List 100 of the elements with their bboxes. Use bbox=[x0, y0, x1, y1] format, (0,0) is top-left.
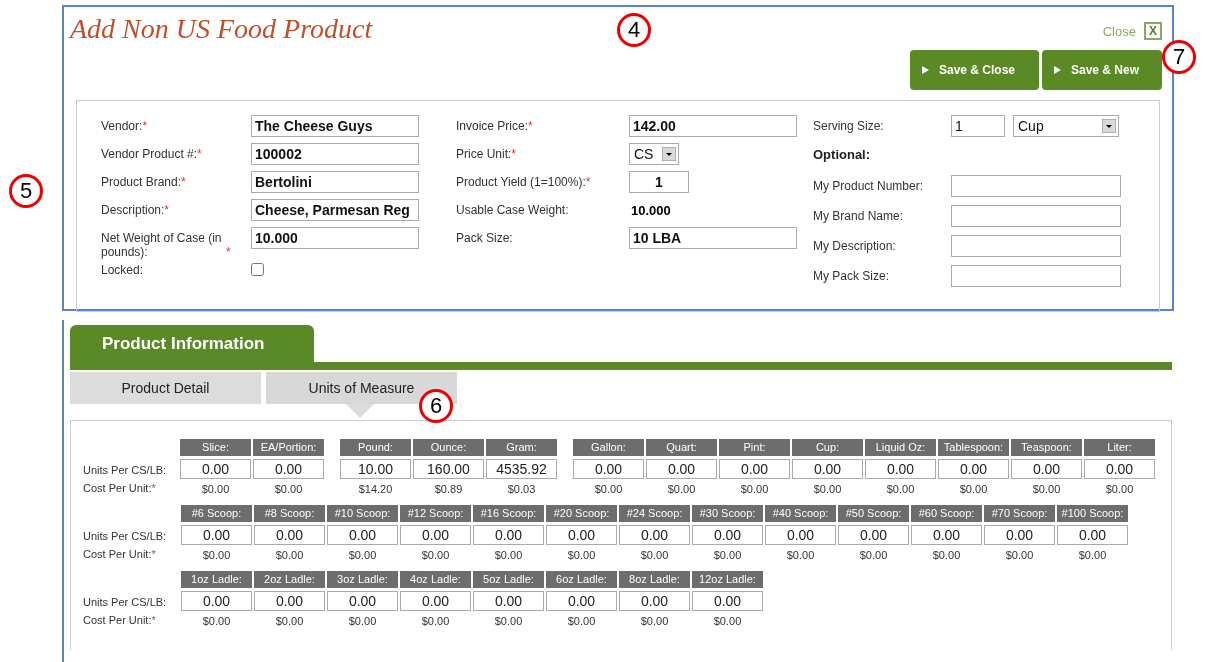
units-field[interactable]: 10.00 bbox=[340, 459, 411, 479]
unit-header: 12oz Ladle: bbox=[692, 571, 763, 588]
text-field[interactable]: 10.000 bbox=[251, 227, 419, 249]
units-field[interactable]: 0.00 bbox=[254, 525, 325, 545]
units-field[interactable]: 0.00 bbox=[400, 591, 471, 611]
units-field[interactable]: 0.00 bbox=[473, 591, 544, 611]
text-field[interactable]: The Cheese Guys bbox=[251, 115, 419, 137]
required-marker: * bbox=[142, 119, 148, 133]
field-label: My Pack Size: bbox=[813, 269, 890, 283]
unit-header: Quart: bbox=[646, 439, 717, 456]
required-marker: * bbox=[181, 175, 186, 189]
field-label: Net Weight of Case (in pounds): bbox=[101, 231, 223, 259]
unit-header: 1oz Ladle: bbox=[181, 571, 252, 588]
unit-header: #30 Scoop: bbox=[692, 505, 763, 522]
text-field[interactable]: 1 bbox=[629, 171, 689, 193]
text-field[interactable] bbox=[951, 265, 1121, 287]
units-field[interactable]: 0.00 bbox=[619, 591, 690, 611]
cost-value: $0.00 bbox=[640, 549, 669, 561]
units-field[interactable]: 0.00 bbox=[181, 525, 252, 545]
required-marker: * bbox=[511, 147, 517, 161]
required-marker: * bbox=[164, 203, 170, 217]
unit-header: 6oz Ladle: bbox=[546, 571, 617, 588]
units-field[interactable]: 0.00 bbox=[546, 591, 617, 611]
units-field[interactable]: 0.00 bbox=[254, 591, 325, 611]
units-field[interactable]: 0.00 bbox=[692, 591, 763, 611]
units-field[interactable]: 0.00 bbox=[253, 459, 324, 479]
text-field[interactable]: 10 LBA bbox=[629, 227, 797, 249]
text-field[interactable] bbox=[951, 205, 1121, 227]
text-field[interactable]: Bertolini bbox=[251, 171, 419, 193]
units-field[interactable]: 0.00 bbox=[473, 525, 544, 545]
text-field[interactable]: Cheese, Parmesan Reg bbox=[251, 199, 419, 221]
units-field[interactable]: 0.00 bbox=[573, 459, 644, 479]
field-label: Vendor Product #: bbox=[101, 147, 198, 161]
checkbox[interactable] bbox=[251, 263, 264, 276]
units-field[interactable]: 4535.92 bbox=[486, 459, 557, 479]
text-field[interactable] bbox=[951, 235, 1121, 257]
unit-header: #70 Scoop: bbox=[984, 505, 1055, 522]
units-field[interactable]: 0.00 bbox=[546, 525, 617, 545]
units-field[interactable]: 0.00 bbox=[938, 459, 1009, 479]
units-field[interactable]: 0.00 bbox=[619, 525, 690, 545]
tab[interactable]: Product Detail bbox=[70, 372, 261, 404]
units-field[interactable]: 0.00 bbox=[1084, 459, 1155, 479]
text-field[interactable]: 1 bbox=[951, 115, 1005, 137]
cost-value: $0.00 bbox=[567, 615, 596, 627]
cost-value: $0.00 bbox=[786, 549, 815, 561]
units-field[interactable]: 0.00 bbox=[692, 525, 763, 545]
units-field[interactable]: 0.00 bbox=[984, 525, 1055, 545]
units-field[interactable]: 0.00 bbox=[181, 591, 252, 611]
unit-header: Pound: bbox=[340, 439, 411, 456]
unit-header: Ounce: bbox=[413, 439, 484, 456]
cost-value: $0.00 bbox=[813, 483, 842, 495]
units-field[interactable]: 0.00 bbox=[838, 525, 909, 545]
cost-value: $0.00 bbox=[421, 549, 450, 561]
units-field[interactable]: 160.00 bbox=[413, 459, 484, 479]
required-marker: * bbox=[585, 175, 591, 189]
dropdown[interactable]: CS bbox=[629, 143, 679, 165]
cost-value: $0.00 bbox=[348, 615, 377, 627]
units-field[interactable]: 0.00 bbox=[327, 525, 398, 545]
row-label: Cost Per Unit: bbox=[83, 614, 152, 626]
cost-value: $0.00 bbox=[959, 483, 988, 495]
unit-header: Tablespoon: bbox=[938, 439, 1009, 456]
section-tab[interactable]: Product Information bbox=[70, 325, 314, 362]
save-button[interactable]: Save & Close bbox=[910, 50, 1039, 90]
cost-value: $0.00 bbox=[740, 483, 769, 495]
field-value: 10.000 bbox=[630, 202, 671, 218]
units-field[interactable]: 0.00 bbox=[646, 459, 717, 479]
save-button[interactable]: Save & New bbox=[1042, 50, 1162, 90]
cost-value: $0.00 bbox=[1105, 483, 1134, 495]
units-field[interactable]: 0.00 bbox=[180, 459, 251, 479]
units-field[interactable]: 0.00 bbox=[400, 525, 471, 545]
unit-header: #12 Scoop: bbox=[400, 505, 471, 522]
cost-value: $0.00 bbox=[421, 615, 450, 627]
field-label: Vendor: bbox=[101, 119, 143, 133]
row-label: Units Per CS/LB: bbox=[83, 596, 168, 608]
units-field[interactable]: 0.00 bbox=[1057, 525, 1128, 545]
units-field[interactable]: 0.00 bbox=[719, 459, 790, 479]
unit-header: Pint: bbox=[719, 439, 790, 456]
text-field[interactable]: 142.00 bbox=[629, 115, 797, 137]
unit-header: #50 Scoop: bbox=[838, 505, 909, 522]
dropdown-arrow-icon bbox=[662, 147, 676, 161]
units-field[interactable]: 0.00 bbox=[865, 459, 936, 479]
units-field[interactable]: 0.00 bbox=[1011, 459, 1082, 479]
units-field[interactable]: 0.00 bbox=[792, 459, 863, 479]
units-field[interactable]: 0.00 bbox=[327, 591, 398, 611]
units-field[interactable]: 0.00 bbox=[911, 525, 982, 545]
row-label: Units Per CS/LB: bbox=[83, 530, 168, 542]
unit-header: Gram: bbox=[486, 439, 557, 456]
unit-header: Teaspoon: bbox=[1011, 439, 1082, 456]
text-field[interactable]: 100002 bbox=[251, 143, 419, 165]
required-marker: * bbox=[226, 245, 231, 259]
unit-header: #8 Scoop: bbox=[254, 505, 325, 522]
cost-value: $0.00 bbox=[274, 483, 303, 495]
play-icon bbox=[1054, 66, 1061, 74]
cost-value: $14.20 bbox=[358, 483, 393, 495]
dropdown[interactable]: Cup bbox=[1013, 115, 1119, 137]
close-icon[interactable]: X bbox=[1144, 22, 1162, 40]
units-field[interactable]: 0.00 bbox=[765, 525, 836, 545]
unit-header: 5oz Ladle: bbox=[473, 571, 544, 588]
text-field[interactable] bbox=[951, 175, 1121, 197]
cost-value: $0.00 bbox=[494, 615, 523, 627]
